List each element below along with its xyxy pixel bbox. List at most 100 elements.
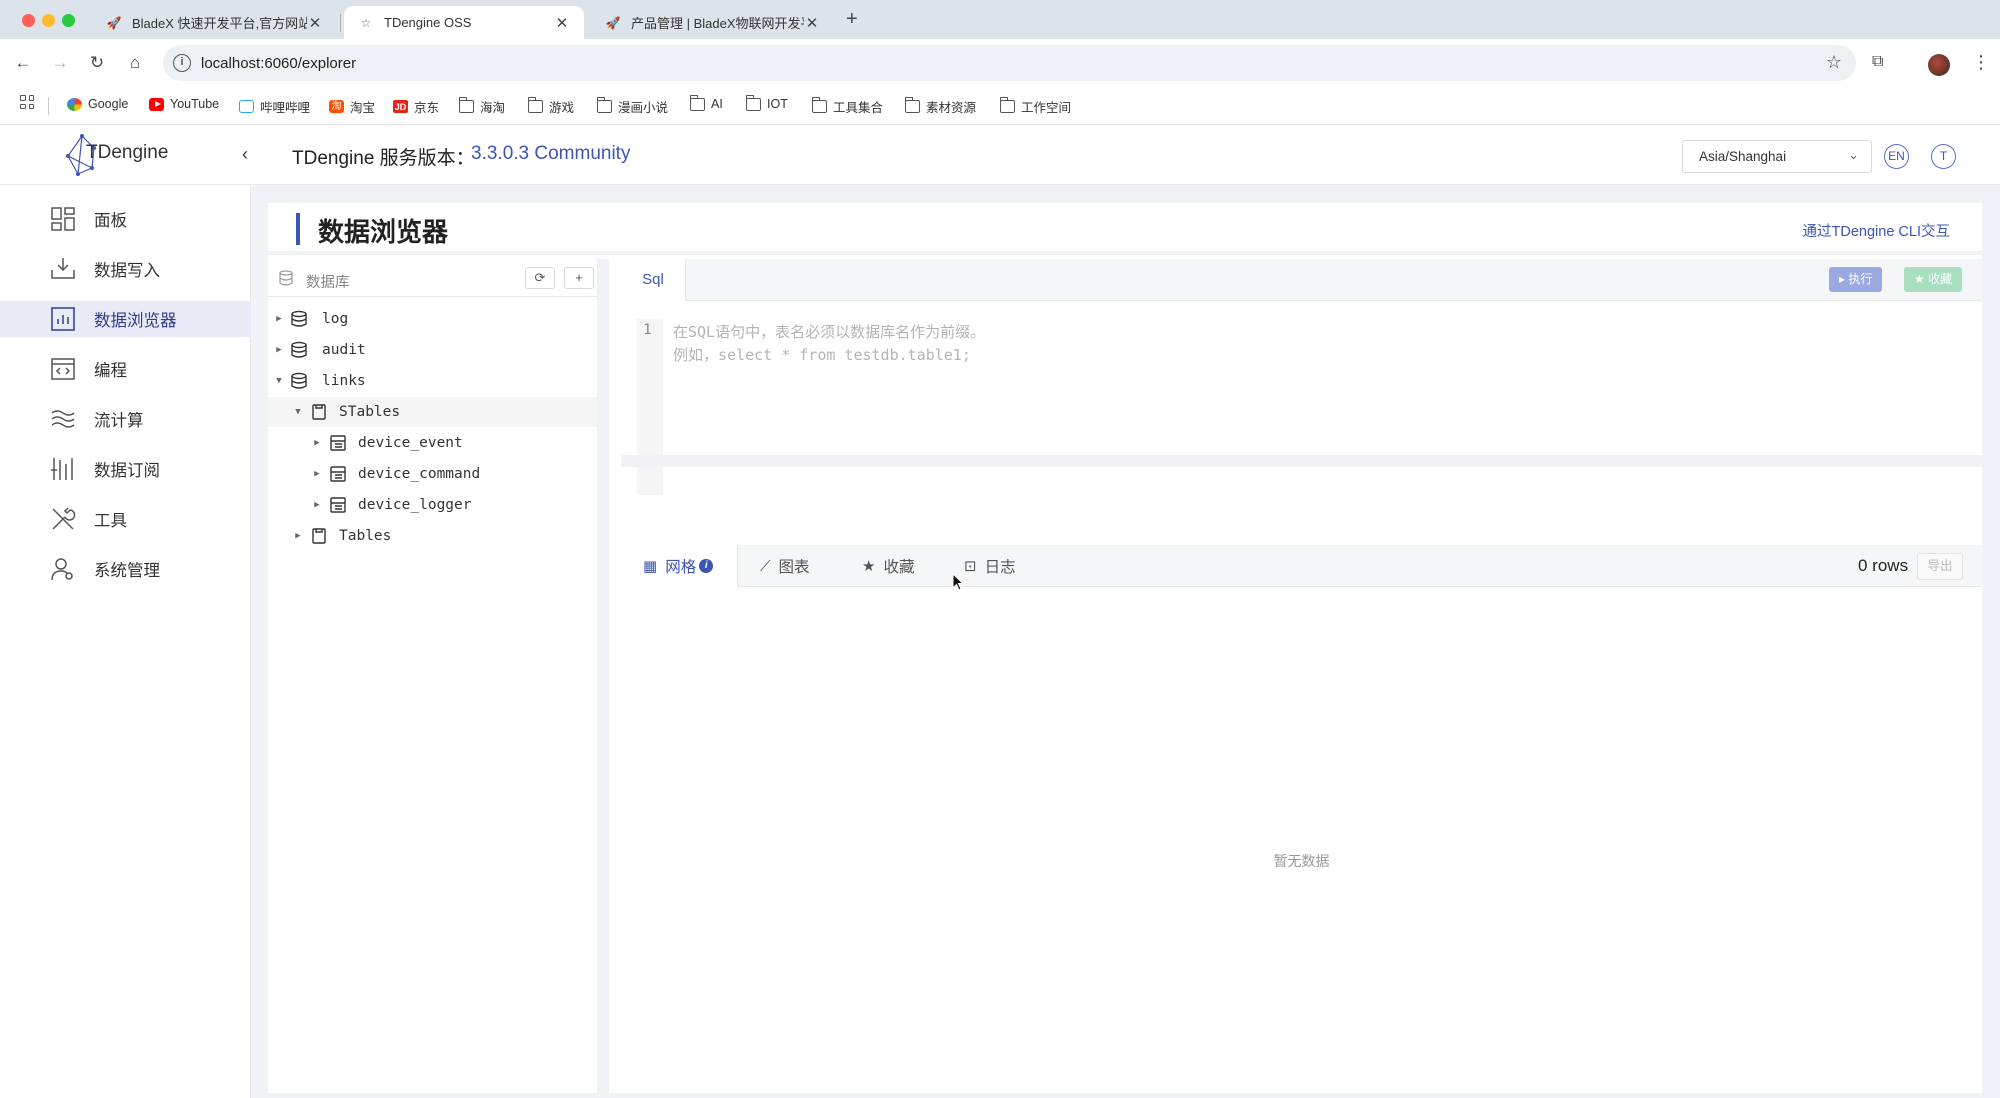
- forward-icon[interactable]: →: [48, 51, 72, 75]
- close-icon[interactable]: ✕: [554, 14, 570, 32]
- sidebar-item-dashboard[interactable]: 面板: [0, 201, 251, 237]
- collapse-sidebar-icon[interactable]: ‹: [242, 144, 248, 165]
- sidebar-item-label: 工具: [94, 512, 127, 530]
- sidebar-item-data-in[interactable]: 数据写入: [0, 251, 251, 287]
- bookmark-folder[interactable]: AI: [689, 94, 723, 111]
- folder-icon: [811, 97, 827, 113]
- tree-node-tables[interactable]: ▶ Tables: [268, 521, 597, 551]
- tab-label: 日志: [984, 559, 1016, 576]
- caret-down-icon[interactable]: ▼: [274, 376, 284, 386]
- tree-node-label: STables: [339, 404, 401, 420]
- results-tabs: ▦ 网格 i ⟋ 图表 ★ 收藏 ⊡ 日志 0 rows 导出: [621, 545, 1982, 587]
- export-button[interactable]: 导出: [1917, 553, 1963, 580]
- tree-node-device-command[interactable]: ▶ device_command: [268, 459, 597, 489]
- sidebar-item-admin[interactable]: 系统管理: [0, 551, 251, 587]
- bookmark-folder[interactable]: 海淘: [458, 97, 505, 116]
- caret-right-icon[interactable]: ▶: [274, 345, 284, 355]
- sidebar-item-subscribe[interactable]: 数据订阅: [0, 451, 251, 487]
- bookmark-folder[interactable]: 工具集合: [811, 97, 883, 116]
- caret-right-icon[interactable]: ▶: [274, 314, 284, 324]
- folder-icon: [689, 94, 705, 111]
- tree-node-label: device_logger: [358, 497, 472, 513]
- back-icon[interactable]: ←: [11, 51, 35, 75]
- maximize-window-button[interactable]: [62, 14, 75, 27]
- language-button[interactable]: EN: [1884, 144, 1909, 169]
- tab-title: 产品管理 | BladeX物联网开发平: [631, 16, 804, 31]
- url-text[interactable]: localhost:6060/explorer: [201, 55, 356, 72]
- editor-resize-handle[interactable]: [621, 455, 1982, 467]
- add-database-button[interactable]: +: [564, 267, 594, 289]
- apps-grid-icon[interactable]: [20, 95, 34, 109]
- browser-tab-bladex[interactable]: 🚀 BladeX 快速开发平台,官方网站 ✕: [92, 6, 337, 39]
- bookmark-bilibili[interactable]: 哔哩哔哩: [239, 97, 310, 116]
- tab-divider: [340, 14, 341, 32]
- minimize-window-button[interactable]: [42, 14, 55, 27]
- tree-node-audit[interactable]: ▶ audit: [268, 335, 597, 365]
- browser-tab-tdengine[interactable]: ☆ TDengine OSS ✕: [344, 6, 584, 39]
- tree-node-stables[interactable]: ▼ STables: [268, 397, 597, 427]
- sidebar-item-code[interactable]: 编程: [0, 351, 251, 387]
- bookmark-label: 游戏: [549, 101, 575, 115]
- tab-chart[interactable]: ⟋ 图表: [760, 545, 810, 587]
- save-favorite-button[interactable]: ★ 收藏: [1904, 267, 1963, 292]
- bookmark-google[interactable]: Google: [67, 97, 128, 111]
- logo-text: TDengine: [86, 142, 169, 163]
- browser-menu-icon[interactable]: ⋮: [1972, 52, 1990, 73]
- reload-icon[interactable]: ↻: [85, 51, 109, 75]
- bookmark-taobao[interactable]: 淘 淘宝: [329, 97, 375, 116]
- profile-avatar[interactable]: [1928, 54, 1950, 76]
- info-icon[interactable]: i: [699, 559, 714, 573]
- bookmark-jd[interactable]: JD 京东: [393, 97, 439, 116]
- bookmark-folder[interactable]: 漫画小说: [596, 97, 668, 116]
- tab-search-icon[interactable]: ⧉: [1872, 53, 1883, 71]
- timezone-select[interactable]: Asia/Shanghai ⌄: [1682, 140, 1872, 173]
- tab-sql[interactable]: Sql: [621, 259, 686, 301]
- tab-log[interactable]: ⊡ 日志: [964, 545, 1016, 587]
- sql-input-placeholder-line-2[interactable]: 例如，select * from testdb.table1;: [673, 344, 971, 365]
- bookmark-label: AI: [711, 97, 723, 111]
- bookmark-star-icon[interactable]: ☆: [1826, 52, 1842, 73]
- sidebar-item-tools[interactable]: 工具: [0, 501, 251, 537]
- address-bar[interactable]: i localhost:6060/explorer ☆: [163, 45, 1856, 81]
- close-icon[interactable]: ✕: [307, 14, 323, 32]
- database-icon: [291, 310, 307, 327]
- bookmark-youtube[interactable]: YouTube: [149, 97, 219, 111]
- tree-node-device-logger[interactable]: ▶ device_logger: [268, 490, 597, 520]
- bookmark-folder[interactable]: IOT: [745, 94, 788, 111]
- tree-node-links[interactable]: ▼ links: [268, 366, 597, 396]
- bookmark-folder[interactable]: 工作空间: [999, 97, 1071, 116]
- stream-icon: [51, 410, 75, 428]
- folder-icon: [527, 97, 543, 113]
- caret-right-icon[interactable]: ▶: [312, 438, 322, 448]
- user-avatar-button[interactable]: T: [1931, 144, 1956, 169]
- refresh-button[interactable]: ⟳: [525, 267, 555, 289]
- sidebar-item-explorer[interactable]: 数据浏览器: [0, 301, 251, 337]
- folder-icon: [458, 97, 474, 113]
- tree-node-label: Tables: [339, 528, 392, 544]
- caret-right-icon[interactable]: ▶: [293, 531, 303, 541]
- bookmark-label: 哔哩哔哩: [260, 101, 311, 115]
- sql-input-placeholder-line-1[interactable]: 在SQL语句中，表名必须以数据库名作为前缀。: [673, 321, 985, 342]
- close-icon[interactable]: ✕: [804, 14, 820, 32]
- browser-tab-product[interactable]: 🚀 产品管理 | BladeX物联网开发平 ✕: [591, 6, 834, 39]
- cli-link[interactable]: 通过TDengine CLI交互: [1803, 220, 1950, 241]
- run-label: 执行: [1848, 272, 1873, 286]
- folder-icon: [904, 97, 920, 113]
- tab-title: BladeX 快速开发平台,官方网站: [132, 16, 307, 31]
- bookmark-folder[interactable]: 游戏: [527, 97, 575, 116]
- tab-favorites[interactable]: ★ 收藏: [862, 545, 914, 587]
- caret-right-icon[interactable]: ▶: [312, 469, 322, 479]
- tab-grid[interactable]: ▦ 网格 i: [621, 545, 738, 587]
- tree-node-log[interactable]: ▶ log: [268, 304, 597, 334]
- caret-right-icon[interactable]: ▶: [312, 500, 322, 510]
- close-window-button[interactable]: [22, 14, 35, 27]
- tree-node-device-event[interactable]: ▶ device_event: [268, 428, 597, 458]
- run-button[interactable]: ▸ 执行: [1829, 267, 1883, 292]
- new-tab-button[interactable]: +: [846, 8, 858, 31]
- sidebar-item-stream[interactable]: 流计算: [0, 401, 251, 437]
- bookmark-folder[interactable]: 素材资源: [904, 97, 976, 116]
- home-icon[interactable]: ⌂: [123, 51, 147, 75]
- site-info-icon[interactable]: i: [173, 54, 191, 72]
- caret-down-icon[interactable]: ▼: [293, 407, 303, 417]
- database-icon: [291, 372, 307, 389]
